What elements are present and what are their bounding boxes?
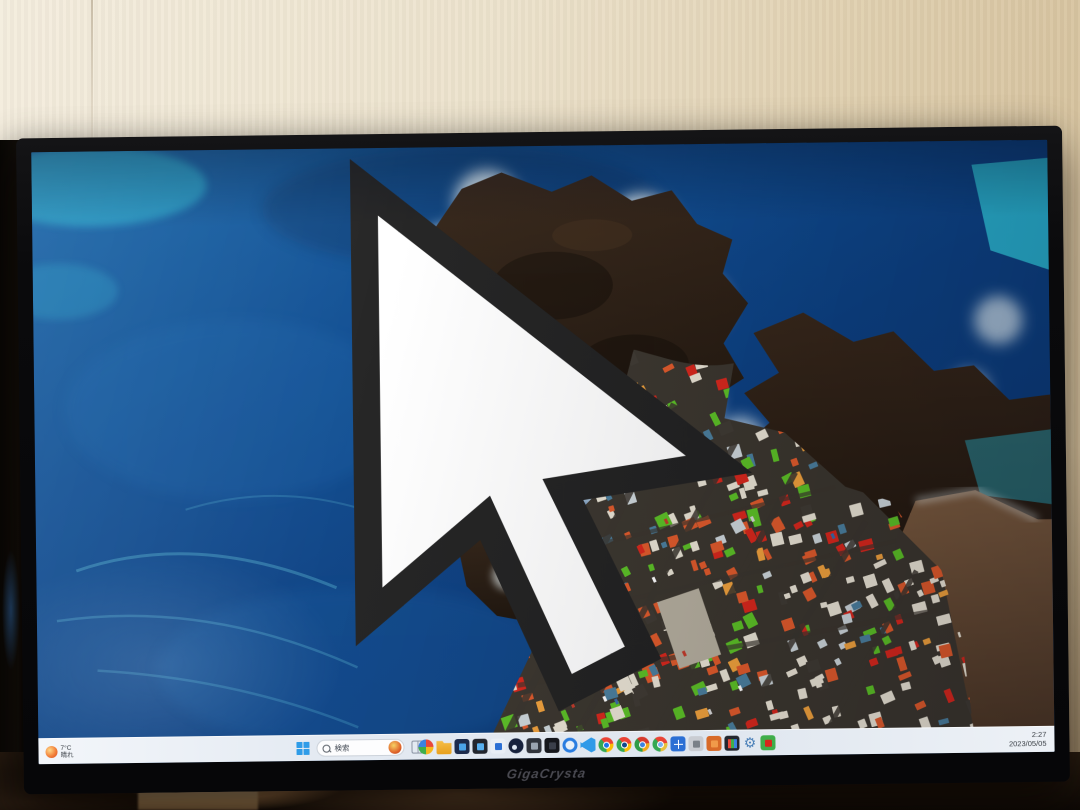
- taskbar-icon-video-app[interactable]: [526, 738, 541, 753]
- taskbar-icon-chrome-profile-2[interactable]: [616, 737, 631, 752]
- taskbar-icon-pinwheel-app[interactable]: [418, 739, 433, 754]
- taskbar-icon-chrome-profile-3[interactable]: [634, 737, 649, 752]
- taskbar-icon-browser-ring-app[interactable]: [562, 738, 577, 753]
- weather-condition: 晴れ: [61, 751, 74, 758]
- desktop-wallpaper: [31, 140, 1054, 738]
- taskbar-icon-media-stripes-app[interactable]: [724, 736, 739, 751]
- wall-corner-crease: [91, 0, 93, 150]
- taskbar-icon-vscode[interactable]: [580, 737, 595, 752]
- weather-text: 7°C 晴れ: [60, 744, 73, 758]
- taskbar-icon-plant-app[interactable]: [760, 735, 775, 750]
- taskbar-center: 検索: [296, 734, 424, 761]
- taskbar-icon-office-grid-app[interactable]: [670, 736, 685, 751]
- search-icon: [322, 744, 330, 752]
- taskbar-icon-settings[interactable]: ⚙: [742, 735, 757, 750]
- taskbar-icon-audio-app[interactable]: [472, 739, 487, 754]
- windows-logo-icon: [296, 742, 302, 748]
- start-button[interactable]: [296, 742, 309, 755]
- taskbar-icon-chrome[interactable]: [598, 737, 613, 752]
- mouse-cursor-icon: [31, 140, 1054, 738]
- taskbar-icon-chrome-profile-4[interactable]: [652, 737, 667, 752]
- search-daily-image-icon: [388, 741, 401, 754]
- weather-sun-icon: [45, 745, 57, 757]
- photo-of-monitor-scene: 7°C 晴れ 検索: [0, 0, 1080, 810]
- tray-date: 2023/05/05: [1009, 739, 1047, 748]
- screen: 7°C 晴れ 検索: [31, 140, 1054, 764]
- taskbar-icon-steam[interactable]: [508, 738, 523, 753]
- monitor-brand-logo: GigaCrysta: [506, 765, 588, 781]
- monitor-bezel: 7°C 晴れ 検索: [16, 126, 1070, 795]
- taskbar-icon-terminal-app[interactable]: [544, 738, 559, 753]
- taskbar-icon-blue-tile-app[interactable]: [454, 739, 469, 754]
- taskbar-icon-orange-app[interactable]: [706, 736, 721, 751]
- search-box[interactable]: 検索: [316, 739, 404, 757]
- taskbar-icon-paint-app[interactable]: [490, 738, 505, 753]
- widgets-weather-button[interactable]: 7°C 晴れ: [45, 739, 73, 764]
- clock-tray[interactable]: 2:27 2023/05/05: [1009, 727, 1047, 752]
- taskbar-icon-file-explorer[interactable]: [436, 739, 451, 754]
- search-placeholder: 検索: [334, 742, 349, 753]
- monitor: 7°C 晴れ 検索: [16, 126, 1070, 795]
- taskbar-icon-laptop-app[interactable]: [688, 736, 703, 751]
